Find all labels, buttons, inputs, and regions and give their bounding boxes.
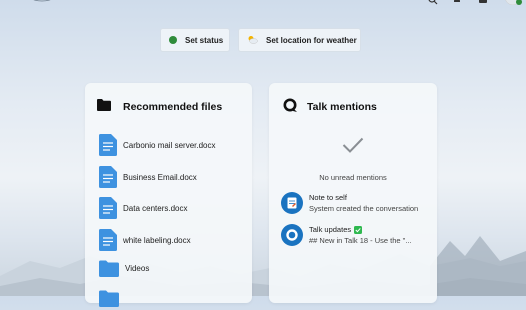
conversation-avatar <box>281 192 303 214</box>
set-location-label: Set location for weather <box>266 35 357 45</box>
folder-item[interactable] <box>99 286 119 310</box>
file-item[interactable]: Business Email.docx <box>99 165 197 189</box>
weather-icon <box>247 35 258 46</box>
conversation-name: Talk updates <box>309 225 352 234</box>
status-online-icon <box>169 36 177 44</box>
background-mountains <box>0 236 526 296</box>
folder-icon <box>99 290 119 307</box>
talk-mentions-title: Talk mentions <box>307 101 377 113</box>
folder-icon <box>99 260 119 277</box>
document-icon <box>99 166 117 188</box>
empty-mentions-text: No unread mentions <box>319 173 387 182</box>
verified-icon <box>354 225 363 234</box>
note-icon <box>287 197 297 209</box>
file-item[interactable]: Data centers.docx <box>99 196 187 220</box>
file-item[interactable]: Carbonio mail server.docx <box>99 133 215 157</box>
file-name: Carbonio mail server.docx <box>123 140 216 150</box>
checkmark-icon <box>342 137 364 153</box>
conversation-name: Note to self <box>309 193 347 202</box>
search-icon[interactable] <box>428 0 438 5</box>
conversation-message: System created the conversation <box>309 204 419 213</box>
folder-name: Videos <box>125 263 150 273</box>
top-bar <box>0 0 526 12</box>
talk-mentions-widget: Talk mentions No unread mentions Note to… <box>269 83 437 303</box>
file-name: white labeling.docx <box>123 235 191 245</box>
folder-icon <box>97 99 111 111</box>
file-name: Data centers.docx <box>123 203 188 213</box>
file-item[interactable]: white labeling.docx <box>99 228 191 252</box>
set-status-label: Set status <box>185 35 224 45</box>
recommended-files-title: Recommended files <box>123 101 223 113</box>
set-location-button[interactable]: Set location for weather <box>238 28 361 52</box>
document-icon <box>99 134 117 156</box>
conversation-avatar <box>281 224 303 246</box>
folder-item[interactable]: Videos <box>99 256 149 280</box>
conversation-message: ## New in Talk 18 - Use the "... <box>309 236 412 245</box>
conversation-item[interactable]: Talk updates ## New in Talk 18 - Use the… <box>281 223 412 247</box>
notifications-icon[interactable] <box>452 0 462 5</box>
user-avatar[interactable] <box>503 0 523 5</box>
document-icon <box>99 197 117 219</box>
contacts-icon[interactable] <box>478 0 488 5</box>
talk-icon <box>283 98 297 112</box>
document-icon <box>99 229 117 251</box>
conversation-item[interactable]: Note to self System created the conversa… <box>281 191 418 215</box>
recommended-files-widget: Recommended files Carbonio mail server.d… <box>85 83 252 307</box>
file-name: Business Email.docx <box>123 172 197 182</box>
set-status-button[interactable]: Set status <box>160 28 230 52</box>
talk-logo-icon <box>286 229 298 241</box>
app-logo <box>33 0 51 2</box>
